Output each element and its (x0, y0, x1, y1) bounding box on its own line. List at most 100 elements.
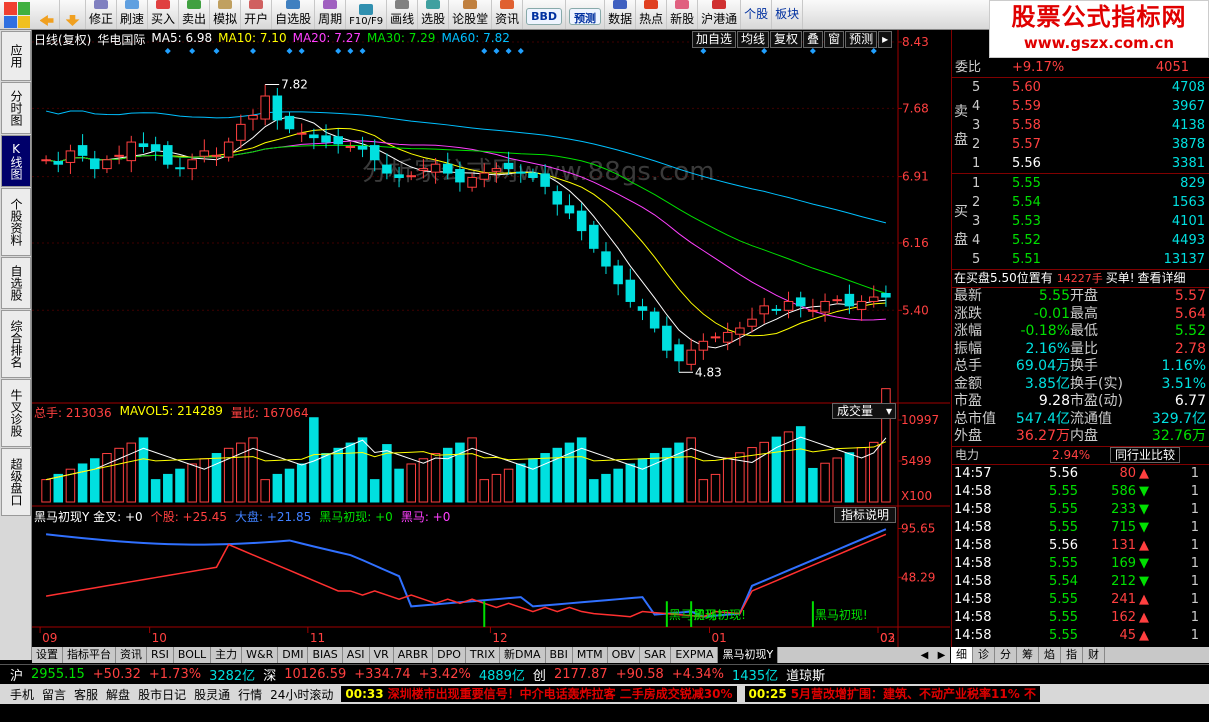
sell-level-row[interactable]: 2 5.57 3878 (972, 135, 1208, 154)
forecast-chart-button[interactable]: 预测 (845, 31, 878, 48)
draw-line-button[interactable]: 画线 (387, 0, 419, 29)
status-menu-item[interactable]: 24小时滚动 (270, 686, 333, 703)
hotspot-button[interactable]: 热点 (636, 0, 668, 29)
ma-button[interactable]: 均线 (737, 31, 770, 48)
watchlist-button[interactable]: 自选股 (272, 0, 316, 29)
status-menu-item[interactable]: 解盘 (106, 686, 130, 703)
buy-level-row[interactable]: 4 5.52 4493 (972, 231, 1208, 250)
quote-tab[interactable]: 焰 (1039, 647, 1061, 663)
f10-button[interactable]: F10/F9 (346, 0, 388, 29)
buy-button[interactable]: 买入 (148, 0, 180, 29)
tab-stock-info[interactable]: 个股资料 (1, 188, 31, 256)
indicator-tab[interactable]: EXPMA (671, 647, 719, 663)
buy-level-row[interactable]: 5 5.51 13137 (972, 250, 1208, 269)
indicator-explain-button[interactable]: 指标说明 (834, 507, 896, 523)
adjust-button[interactable]: 复权 (770, 31, 803, 48)
indicator-tab[interactable]: W&R (242, 647, 279, 663)
forecast-button[interactable]: 预测 (566, 0, 606, 29)
indicator-tab[interactable]: BIAS (308, 647, 343, 663)
indicator-tab[interactable]: BBI (546, 647, 573, 663)
kline-chart-area[interactable]: 分析家公式网www.88gs.com 7.82 4.83 黑马初现! 黑马初现! 黑马… (32, 30, 950, 647)
data-button[interactable]: 数据 (605, 0, 637, 29)
indicator-tab[interactable]: 新DMA (500, 647, 546, 663)
status-menu-item[interactable]: 股市日记 (138, 686, 186, 703)
sell-button[interactable]: 卖出 (179, 0, 211, 29)
status-menu-item[interactable]: 手机 (10, 686, 34, 703)
scroll-right-icon[interactable]: ▶ (938, 650, 946, 661)
sell-level-row[interactable]: 5 5.60 4708 (972, 78, 1208, 97)
indicator-tab[interactable]: 资讯 (116, 647, 147, 663)
index-name[interactable]: 深 (263, 665, 276, 684)
app-logo-icon[interactable] (4, 2, 30, 28)
indicator-tab[interactable]: VR (370, 647, 394, 663)
indicator-tab[interactable]: ARBR (394, 647, 434, 663)
tab-intraday[interactable]: 分时图 (1, 82, 31, 134)
sell-level-row[interactable]: 4 5.59 3967 (972, 97, 1208, 116)
news-button[interactable]: 资讯 (492, 0, 524, 29)
quote-tab[interactable]: 财 (1083, 647, 1105, 663)
tick-row: 14:58 5.55 169 ▼ 1 (952, 555, 1209, 573)
indicator-tab[interactable]: MTM (573, 647, 608, 663)
quote-tab[interactable]: 指 (1061, 647, 1083, 663)
status-menu-item[interactable]: 留言 (42, 686, 66, 703)
index-name[interactable]: 沪 (10, 665, 23, 684)
indicator-tab[interactable]: RSI (147, 647, 174, 663)
sell-level-row[interactable]: 1 5.56 3381 (972, 154, 1208, 173)
sector-button[interactable]: 板块 (772, 0, 804, 29)
hk-connect-button[interactable]: 沪港通 (698, 0, 742, 29)
news-ticker[interactable]: 00:25 5月营改增扩围：建筑、不动产业税率11% 不 (744, 686, 1040, 702)
indicator-tab[interactable]: DMI (278, 647, 309, 663)
news-ticker[interactable]: 00:33 深圳楼市出现重要信号！中介电话轰炸拉客 二手房成交锐减30% (341, 686, 737, 702)
buy-level-row[interactable]: 1 5.55 829 (972, 174, 1208, 193)
status-menu-item[interactable]: 客服 (74, 686, 98, 703)
indicator-tab[interactable]: ASI (343, 647, 370, 663)
period-label[interactable]: 日线(复权) (34, 31, 91, 48)
speed-button[interactable]: 刷速 (117, 0, 149, 29)
simulate-button[interactable]: 模拟 (210, 0, 242, 29)
indicator-tab[interactable]: TRIX (466, 647, 501, 663)
down-button[interactable] (60, 0, 86, 29)
quote-tab[interactable]: 筹 (1017, 647, 1039, 663)
status-menu-item[interactable]: 行情 (238, 686, 262, 703)
chart-menu-arrow-icon[interactable]: ▸ (878, 31, 893, 48)
volume-selector[interactable]: 成交量 ▾ (832, 403, 896, 419)
quote-tab[interactable]: 诊 (973, 647, 995, 663)
modify-button[interactable]: 修正 (86, 0, 118, 29)
new-stock-button[interactable]: 新股 (667, 0, 699, 29)
add-watchlist-button[interactable]: 加自选 (692, 31, 737, 48)
bbd-button[interactable]: BBD (523, 0, 567, 29)
tab-diagnosis[interactable]: 牛叉诊股 (1, 379, 31, 447)
quote-tab[interactable]: 分 (995, 647, 1017, 663)
forum-button[interactable]: 论股堂 (449, 0, 493, 29)
notice-detail-link[interactable]: 查看详细 (1135, 270, 1186, 287)
scroll-left-icon[interactable]: ◀ (921, 650, 929, 661)
tab-ranking[interactable]: 综合排名 (1, 310, 31, 378)
indicator-tab[interactable]: SAR (640, 647, 672, 663)
indicator-tab[interactable]: DPO (433, 647, 466, 663)
index-name[interactable]: 创 (533, 665, 546, 684)
back-button[interactable] (34, 0, 60, 29)
open-account-button[interactable]: 开户 (241, 0, 273, 29)
tab-kline[interactable]: K线图 (1, 135, 31, 187)
quote-tab[interactable]: 细 (951, 647, 973, 663)
sell-level-row[interactable]: 3 5.58 4138 (972, 116, 1208, 135)
status-menu-item[interactable]: 股灵通 (194, 686, 230, 703)
window-button[interactable]: 窗 (824, 31, 845, 48)
tab-watchlist[interactable]: 自选股 (1, 257, 31, 309)
stock-pick-button[interactable]: 选股 (418, 0, 450, 29)
indicator-tab[interactable]: 指标平台 (63, 647, 116, 663)
indicator-tab[interactable]: BOLL (174, 647, 212, 663)
buy-level-row[interactable]: 3 5.53 4101 (972, 212, 1208, 231)
tab-super-book[interactable]: 超级盘口 (1, 448, 31, 516)
period-button[interactable]: 周期 (315, 0, 347, 29)
overlay-button[interactable]: 叠 (803, 31, 824, 48)
indicator-tab[interactable]: 设置 (32, 647, 63, 663)
index-name[interactable]: 道琼斯 (786, 665, 825, 684)
indicator-tab[interactable]: OBV (608, 647, 640, 663)
indicator-tab[interactable]: 黑马初现Y (718, 647, 779, 663)
industry-compare-button[interactable]: 同行业比较 (1110, 447, 1181, 463)
buy-level-row[interactable]: 2 5.54 1563 (972, 193, 1208, 212)
indicator-tab[interactable]: 主力 (211, 647, 243, 663)
single-stock-button[interactable]: 个股 (741, 0, 773, 29)
tab-app[interactable]: 应用 (1, 31, 31, 81)
